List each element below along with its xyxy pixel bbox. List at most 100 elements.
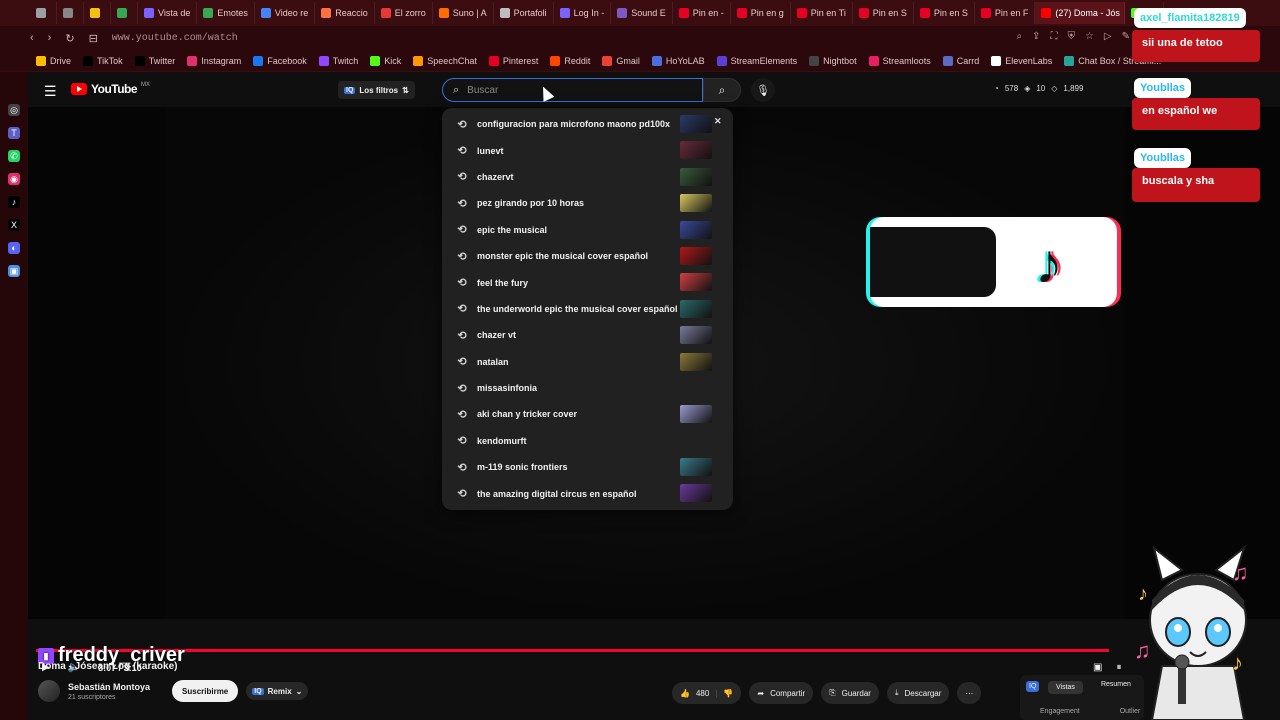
bookmark-item[interactable]: Pinterest	[488, 55, 538, 66]
suggestion-item[interactable]: ⟲ epic the musical	[442, 217, 733, 243]
browser-tab[interactable]: Suno | A	[433, 2, 494, 24]
suggestion-thumbnail[interactable]	[680, 484, 712, 503]
suggestion-thumbnail[interactable]	[680, 405, 712, 424]
screenshot-icon[interactable]: ⛶	[1050, 31, 1057, 42]
reload-icon[interactable]: ↻	[65, 32, 74, 45]
search-button[interactable]: ⌕	[703, 78, 741, 102]
bookmark-item[interactable]: SpeechChat	[413, 55, 477, 66]
browser-tab[interactable]: Pin en Ti	[791, 2, 853, 24]
suggestion-item[interactable]: ⟲ chazervt	[442, 164, 733, 190]
tab-views[interactable]: Vistas	[1048, 681, 1083, 694]
browser-tab[interactable]: Video re	[255, 2, 316, 24]
tab-summary[interactable]: Resumen	[1101, 681, 1131, 694]
browser-tab[interactable]: Emotes	[197, 2, 255, 24]
filters-button[interactable]: IQ Los filtros ⇅	[338, 81, 415, 99]
site-info-icon[interactable]: ⊟	[89, 32, 98, 45]
save-button[interactable]: ⎘ Guardar	[821, 682, 879, 704]
browser-tab[interactable]: Pin en S	[853, 2, 914, 24]
pause-overlay-icon[interactable]: ⏸	[1116, 662, 1121, 673]
like-button[interactable]: 👍 480 | 👎	[672, 682, 742, 704]
suggestion-thumbnail[interactable]	[680, 458, 712, 477]
suggestion-item[interactable]: ⟲ missasinfonia	[442, 375, 733, 401]
voice-search-button[interactable]: 🎙	[751, 78, 775, 102]
back-icon[interactable]: ‹	[30, 32, 34, 44]
x-icon[interactable]: X	[8, 219, 20, 231]
bookmark-icon[interactable]: ☆	[1085, 31, 1094, 42]
suggestion-thumbnail[interactable]	[680, 141, 712, 160]
browser-tab[interactable]	[111, 2, 138, 24]
url-field[interactable]: www.youtube.com/watch	[112, 33, 238, 44]
bookmark-item[interactable]: Instagram	[187, 55, 241, 66]
thumbs-down-icon[interactable]: 👎	[723, 689, 733, 698]
remix-button[interactable]: IQ Remix ⌄	[246, 682, 309, 700]
suggestion-item[interactable]: ⟲ the amazing digital circus en español	[442, 480, 733, 506]
avatar[interactable]	[38, 680, 60, 702]
search-box[interactable]: ⌕	[442, 78, 703, 102]
bookmark-item[interactable]: HoYoLAB	[651, 55, 705, 66]
puzzle-icon[interactable]: ✎	[1122, 31, 1130, 42]
suggestion-thumbnail[interactable]	[680, 326, 712, 345]
browser-tab[interactable]: (27) Doma - Jós	[1035, 2, 1126, 24]
zoom-icon[interactable]: ⌕	[1016, 31, 1022, 42]
suggestion-item[interactable]: ⟲ lunevt	[442, 137, 733, 163]
suggestion-item[interactable]: ⟲ feel the fury	[442, 269, 733, 295]
chatgpt-icon[interactable]: ◎	[8, 104, 20, 116]
youtube-logo[interactable]: YouTube MX	[71, 82, 150, 96]
bookmark-item[interactable]: Twitch	[318, 55, 358, 66]
search-input[interactable]	[467, 84, 668, 96]
bookmark-item[interactable]: Kick	[370, 55, 401, 66]
share-icon[interactable]: ⇪	[1032, 31, 1040, 42]
suggestion-item[interactable]: ⟲ aki chan y tricker cover	[442, 401, 733, 427]
suggestion-thumbnail[interactable]	[680, 246, 712, 265]
whatsapp-icon[interactable]: ✆	[8, 150, 20, 162]
channel-name[interactable]: Sebastián Montoya	[68, 682, 150, 692]
bookmark-item[interactable]: Reddit	[550, 55, 590, 66]
bookmark-item[interactable]: Gmail	[602, 55, 640, 66]
browser-tab[interactable]: Log In -	[554, 2, 612, 24]
browser-tab[interactable]	[30, 2, 57, 24]
download-button[interactable]: ⤓ Descargar	[886, 682, 950, 704]
browser-tab[interactable]: Pin en S	[914, 2, 975, 24]
extension-icon[interactable]: ▷	[1104, 31, 1112, 42]
suggestion-item[interactable]: ⟲ natalan	[442, 349, 733, 375]
suggestion-item[interactable]: ⟲ m-119 sonic frontiers	[442, 454, 733, 480]
browser-tab[interactable]: Pin en F	[975, 2, 1036, 24]
more-button[interactable]: ⋯	[957, 682, 982, 704]
instagram-icon[interactable]: ◉	[8, 173, 20, 185]
browser-tab[interactable]: Vista de	[138, 2, 198, 24]
bookmark-item[interactable]: Drive	[36, 55, 71, 66]
app-icon[interactable]: ▣	[8, 265, 20, 277]
menu-icon[interactable]: ☰	[44, 83, 57, 100]
suggestion-item[interactable]: ⟲ monster epic the musical cover español	[442, 243, 733, 269]
suggestion-item[interactable]: ⟲ the underworld epic the musical cover e…	[442, 296, 733, 322]
bookmark-item[interactable]: Streamloots	[868, 55, 931, 66]
suggestion-thumbnail[interactable]	[680, 220, 712, 239]
forward-icon[interactable]: ›	[48, 32, 52, 44]
browser-tab[interactable]: Sound E	[611, 2, 673, 24]
remove-suggestion-icon[interactable]: ✕	[714, 116, 722, 127]
tiktok-icon[interactable]: ♪	[8, 196, 20, 208]
suggestion-thumbnail[interactable]	[680, 299, 712, 318]
bookmark-item[interactable]: TikTok	[83, 55, 123, 66]
browser-tab[interactable]: Portafoli	[494, 2, 554, 24]
suggestion-item[interactable]: ⟲ pez girando por 10 horas	[442, 190, 733, 216]
browser-tab[interactable]: Pin en g	[731, 2, 791, 24]
discord-icon[interactable]: ◐	[8, 242, 20, 254]
suggestion-thumbnail[interactable]	[680, 273, 712, 292]
bookmark-item[interactable]: StreamElements	[716, 55, 797, 66]
suggestion-item[interactable]: ⟲ kendomurft	[442, 428, 733, 454]
engagement-label[interactable]: Engagement	[1040, 708, 1080, 715]
subscribe-button[interactable]: Suscribirme	[172, 680, 239, 702]
suggestion-thumbnail[interactable]	[680, 167, 712, 186]
suggestion-item[interactable]: ⟲ chazer vt	[442, 322, 733, 348]
suggestion-thumbnail[interactable]	[680, 115, 712, 133]
share-button[interactable]: ➦ Compartir	[749, 682, 814, 704]
browser-tab[interactable]: Pin en -	[673, 2, 731, 24]
suggestion-thumbnail[interactable]	[680, 352, 712, 371]
suggestion-item[interactable]: ⟲ configuracion para microfono maono pd10…	[442, 111, 733, 137]
bookmark-item[interactable]: Carrd	[942, 55, 979, 66]
browser-tab[interactable]	[84, 2, 111, 24]
bookmark-item[interactable]: Twitter	[134, 55, 175, 66]
shield-icon[interactable]: ⛨	[1067, 31, 1075, 42]
extension-icon[interactable]: ▣	[1093, 662, 1102, 673]
